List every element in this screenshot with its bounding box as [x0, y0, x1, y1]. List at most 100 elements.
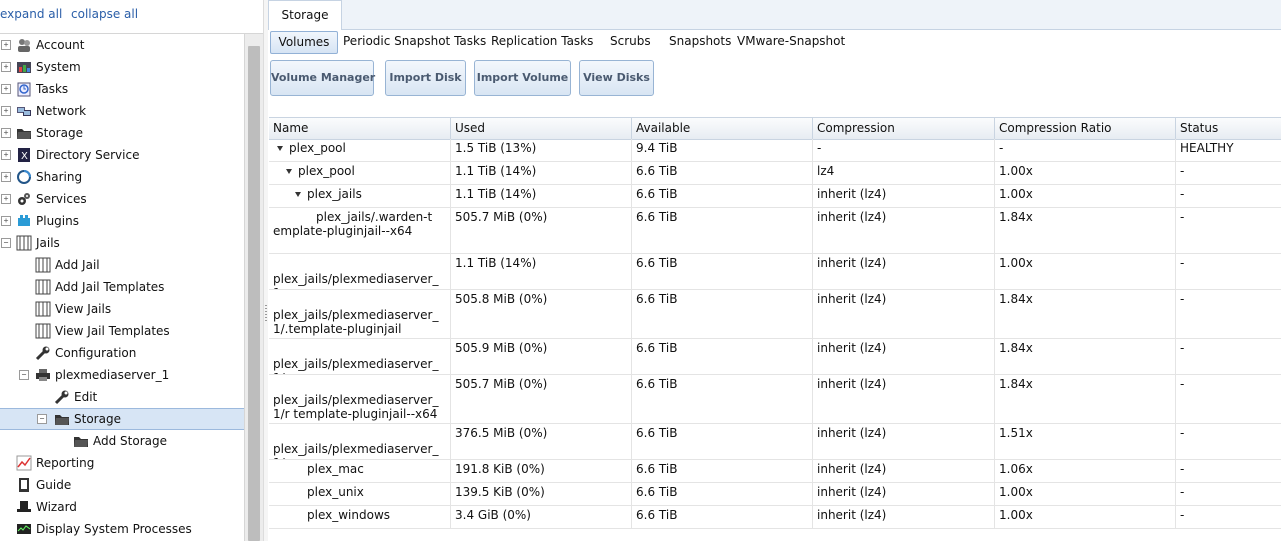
table-row[interactable]: plex_pool 1.5 TiB (13%) 9.4 TiB - - HEAL…: [269, 139, 1281, 162]
tree-item-network[interactable]: + Network: [0, 100, 244, 122]
expanded-arrow-icon[interactable]: [295, 192, 301, 197]
folder-icon: [54, 411, 70, 427]
subtab-periodic-snapshot-tasks[interactable]: Periodic Snapshot Tasks: [343, 31, 486, 52]
row-available: 9.4 TiB: [632, 139, 813, 161]
row-status: -: [1180, 377, 1185, 391]
row-status: -: [1180, 256, 1185, 270]
system-icon: [16, 59, 32, 75]
expand-toggle-icon[interactable]: +: [1, 62, 11, 72]
tree-item-account[interactable]: + Account: [0, 34, 244, 56]
table-row[interactable]: plex_jails/plexmediaserver_1/r 505.9 MiB…: [269, 339, 1281, 375]
tree-item-edit[interactable]: Edit: [0, 386, 244, 408]
tree-item-jail-storage[interactable]: − Storage: [0, 408, 244, 430]
services-icon: [16, 191, 32, 207]
tree-item-view-jail-templates[interactable]: View Jail Templates: [0, 320, 244, 342]
expand-toggle-icon[interactable]: +: [1, 150, 11, 160]
tree-item-add-jail[interactable]: Add Jail: [0, 254, 244, 276]
column-header-compression[interactable]: Compression: [813, 118, 995, 139]
tree-item-label: Wizard: [36, 500, 77, 514]
expanded-arrow-icon[interactable]: [286, 169, 292, 174]
directory-service-icon: X: [16, 147, 32, 163]
reporting-icon: [16, 455, 32, 471]
expand-toggle-icon[interactable]: +: [1, 84, 11, 94]
tree-item-add-jail-templates[interactable]: Add Jail Templates: [0, 276, 244, 298]
tab-storage[interactable]: Storage: [268, 0, 342, 30]
subtab-volumes[interactable]: Volumes: [270, 31, 338, 54]
row-name: plex_jails: [307, 187, 362, 201]
column-header-status[interactable]: Status: [1176, 118, 1281, 139]
expand-toggle-icon[interactable]: +: [1, 194, 11, 204]
table-row[interactable]: plex_jails/plexmediaserver_1/p 376.5 MiB…: [269, 424, 1281, 460]
wrench-icon: [35, 345, 51, 361]
tree-item-display-system-processes[interactable]: Display System Processes: [0, 518, 244, 540]
row-used: 1.1 TiB (14%): [451, 162, 632, 184]
row-compression-ratio: 1.84x: [995, 290, 1176, 338]
sidebar-scrollbar-thumb[interactable]: [248, 46, 260, 541]
guide-icon: [16, 477, 32, 493]
table-row[interactable]: plex_jails 1.1 TiB (14%) 6.6 TiB inherit…: [269, 185, 1281, 208]
subtab-scrubs[interactable]: Scrubs: [610, 31, 651, 52]
plugins-icon: [16, 213, 32, 229]
table-row[interactable]: plex_pool 1.1 TiB (14%) 6.6 TiB lz4 1.00…: [269, 162, 1281, 185]
tree-item-jails[interactable]: − Jails: [0, 232, 244, 254]
row-used: 376.5 MiB (0%): [451, 424, 632, 459]
tree-item-plugins[interactable]: + Plugins: [0, 210, 244, 232]
row-status: -: [1180, 462, 1185, 476]
column-header-name[interactable]: Name: [269, 118, 451, 139]
tree-item-wizard[interactable]: Wizard: [0, 496, 244, 518]
tree-item-label: Jails: [36, 236, 60, 250]
subtab-replication-tasks[interactable]: Replication Tasks: [491, 31, 593, 52]
subtab-vmware-snapshot[interactable]: VMware-Snapshot: [737, 31, 845, 52]
tree-item-guide[interactable]: Guide: [0, 474, 244, 496]
expand-toggle-icon[interactable]: +: [1, 172, 11, 182]
table-row[interactable]: plex_jails/.warden-template-pluginjail--…: [269, 208, 1281, 254]
expand-toggle-icon[interactable]: +: [1, 40, 11, 50]
table-row[interactable]: plex_jails/plexmediaserver_1/r template-…: [269, 375, 1281, 424]
sidebar-scrollbar[interactable]: [244, 34, 264, 541]
table-row[interactable]: plex_unix 139.5 KiB (0%) 6.6 TiB inherit…: [269, 483, 1281, 506]
tree-item-reporting[interactable]: Reporting: [0, 452, 244, 474]
import-volume-button[interactable]: Import Volume: [474, 60, 571, 96]
tree-item-view-jails[interactable]: View Jails: [0, 298, 244, 320]
row-compression: inherit (lz4): [813, 460, 995, 482]
tree-item-directory-service[interactable]: + X Directory Service: [0, 144, 244, 166]
row-available: 6.6 TiB: [632, 506, 813, 528]
tree-item-tasks[interactable]: + Tasks: [0, 78, 244, 100]
row-compression: inherit (lz4): [813, 339, 995, 374]
volume-manager-button[interactable]: Volume Manager: [270, 60, 375, 96]
table-row[interactable]: plex_windows 3.4 GiB (0%) 6.6 TiB inheri…: [269, 506, 1281, 529]
tree-item-plexmediaserver-1[interactable]: − plexmediaserver_1: [0, 364, 244, 386]
collapse-toggle-icon[interactable]: −: [37, 414, 47, 424]
collapse-all-link[interactable]: collapse all: [71, 7, 138, 21]
table-row[interactable]: plex_mac 191.8 KiB (0%) 6.6 TiB inherit …: [269, 460, 1281, 483]
tree-item-storage[interactable]: + Storage: [0, 122, 244, 144]
expand-toggle-icon[interactable]: +: [1, 216, 11, 226]
table-row[interactable]: plex_jails/plexmediaserver_1 1.1 TiB (14…: [269, 254, 1281, 290]
tree-item-label: View Jails: [55, 302, 112, 316]
jails-icon: [35, 301, 51, 317]
tree-item-sharing[interactable]: + Sharing: [0, 166, 244, 188]
row-name: plex_jails/plexmediaserver_1/r: [273, 357, 439, 374]
expand-all-link[interactable]: expand all: [0, 7, 62, 21]
collapse-toggle-icon[interactable]: −: [19, 370, 29, 380]
expand-toggle-icon[interactable]: +: [1, 128, 11, 138]
expand-toggle-icon[interactable]: +: [1, 106, 11, 116]
wrench-icon: [54, 389, 70, 405]
tree-item-add-storage[interactable]: Add Storage: [0, 430, 244, 452]
table-row[interactable]: plex_jails/plexmediaserver_1/.template-p…: [269, 290, 1281, 339]
tree-item-system[interactable]: + System: [0, 56, 244, 78]
view-disks-button[interactable]: View Disks: [579, 60, 654, 96]
row-used: 505.7 MiB (0%): [451, 208, 632, 253]
column-header-compression-ratio[interactable]: Compression Ratio: [995, 118, 1176, 139]
column-header-used[interactable]: Used: [451, 118, 632, 139]
row-compression: inherit (lz4): [813, 208, 995, 253]
tree-item-services[interactable]: + Services: [0, 188, 244, 210]
collapse-toggle-icon[interactable]: −: [1, 238, 11, 248]
expanded-arrow-icon[interactable]: [277, 146, 283, 151]
tree-item-configuration[interactable]: Configuration: [0, 342, 244, 364]
import-disk-button[interactable]: Import Disk: [385, 60, 466, 96]
row-compression-ratio: 1.00x: [995, 162, 1176, 184]
subtab-snapshots[interactable]: Snapshots: [669, 31, 731, 52]
column-header-available[interactable]: Available: [632, 118, 813, 139]
jails-icon: [16, 235, 32, 251]
